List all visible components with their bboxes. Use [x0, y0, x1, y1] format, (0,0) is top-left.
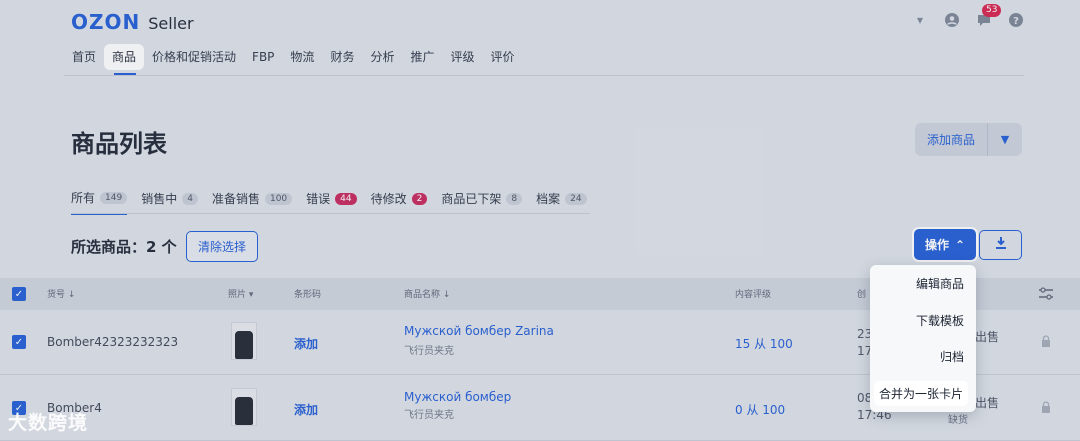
chevron-down-icon[interactable]: ▾	[912, 12, 928, 28]
tab-label: 档案	[536, 192, 561, 206]
clear-selection-button[interactable]: 清除选择	[186, 231, 258, 262]
product-photo[interactable]	[231, 322, 257, 360]
tab-label: 准备销售	[211, 192, 260, 206]
nav-reviews[interactable]: 评价	[483, 44, 523, 70]
content-rating-link[interactable]: 15 从 100	[735, 335, 793, 352]
tab-errors[interactable]: 错误 44	[306, 190, 357, 214]
tab-all[interactable]: 所有 149	[71, 189, 128, 215]
tab-count: 4	[182, 192, 198, 205]
add-barcode-link[interactable]: 添加	[294, 401, 318, 418]
tab-count: 8	[506, 192, 523, 205]
tab-count: 44	[335, 192, 357, 205]
ozon-seller-logo[interactable]: OZON Seller	[71, 10, 194, 34]
tab-removed[interactable]: 商品已下架 8	[441, 190, 523, 214]
tab-label: 待修改	[370, 192, 407, 206]
tab-archive[interactable]: 档案 24	[536, 190, 587, 214]
nav-finance[interactable]: 财务	[322, 44, 362, 70]
chevron-down-icon[interactable]: ▼	[988, 123, 1022, 156]
chat-icon[interactable]: 53	[976, 4, 1002, 28]
tab-label: 所有	[71, 191, 96, 205]
menu-item-download-template[interactable]: 下载模板	[916, 312, 964, 329]
product-subtitle: 飞行员夹克	[404, 410, 454, 421]
page: OZON Seller ▾ 53 ? 首页 商品 价格和促销活动 FBP 物流 …	[0, 0, 1080, 441]
nav-products[interactable]: 商品	[104, 44, 145, 70]
tab-ready[interactable]: 准备销售 100	[211, 190, 293, 214]
product-photo[interactable]	[231, 388, 257, 426]
user-icon[interactable]	[944, 12, 960, 28]
nav-pricing[interactable]: 价格和促销活动	[144, 44, 244, 70]
column-header-barcode: 条形码	[294, 290, 322, 300]
menu-item-merge-cards[interactable]: 合并为一张卡片	[873, 381, 968, 406]
column-header-photo[interactable]: 照片 ▾	[228, 287, 253, 300]
select-all-checkbox[interactable]: ✓	[12, 287, 26, 301]
menu-item-edit-products[interactable]: 编辑商品	[916, 275, 964, 292]
column-header-rating: 内容评级	[735, 290, 772, 300]
row-checkbox[interactable]: ✓	[12, 335, 26, 349]
actions-menu: 编辑商品 下载模板 归档 合并为一张卡片	[870, 265, 976, 412]
page-title: 商品列表	[71, 130, 167, 158]
status-label: 出售	[975, 396, 1000, 410]
header-icons: ▾ 53 ?	[912, 4, 1024, 28]
jacket-image	[235, 331, 253, 359]
svg-text:?: ?	[1013, 16, 1019, 27]
column-header-sku[interactable]: 货号 ↓	[47, 287, 75, 300]
logo-brand: OZON	[71, 10, 141, 34]
lock-icon	[1041, 401, 1051, 413]
jacket-image	[235, 397, 253, 425]
product-subtitle: 飞行员夹克	[404, 346, 454, 357]
tab-label: 错误	[306, 192, 331, 206]
add-product-label[interactable]: 添加商品	[915, 123, 988, 156]
column-header-created: 创	[857, 290, 867, 300]
nav-logistics[interactable]: 物流	[282, 44, 322, 70]
tab-count: 100	[264, 192, 293, 205]
nav-analytics[interactable]: 分析	[362, 44, 402, 70]
status-tabs: 所有 149 销售中 4 准备销售 100 错误 44 待修改 2 商品已下架 8 档案 24	[71, 189, 587, 215]
status-sub-label: 缺货	[948, 415, 968, 426]
tab-label: 销售中	[141, 192, 178, 206]
help-icon[interactable]: ?	[1008, 12, 1024, 28]
selected-count-label: 所选商品：2 个	[71, 238, 177, 256]
add-barcode-link[interactable]: 添加	[294, 335, 318, 352]
nav-home[interactable]: 首页	[64, 44, 104, 70]
tab-count: 24	[565, 192, 587, 205]
nav-fbp[interactable]: FBP	[244, 44, 282, 70]
tab-to-fix[interactable]: 待修改 2	[371, 190, 428, 214]
tabs-divider	[71, 213, 590, 214]
main-nav: 首页 商品 价格和促销活动 FBP 物流 财务 分析 推广 评级 评价	[64, 44, 523, 70]
tab-count: 149	[100, 191, 128, 204]
nav-rating[interactable]: 评级	[442, 44, 482, 70]
content-rating-link[interactable]: 0 从 100	[735, 401, 785, 418]
download-icon	[994, 236, 1008, 254]
row-sku: Bomber42323232323	[47, 335, 179, 349]
watermark-logo: 大数跨境	[8, 408, 88, 435]
notifications-badge: 53	[982, 4, 1002, 17]
add-product-button[interactable]: 添加商品 ▼	[915, 123, 1022, 156]
product-name-link[interactable]: Мужской бомбер Zarina	[404, 324, 554, 338]
tab-count: 2	[411, 192, 428, 205]
nav-promotion[interactable]: 推广	[402, 44, 442, 70]
actions-button[interactable]: 操作 ⌃	[914, 229, 976, 260]
download-button[interactable]	[979, 230, 1022, 260]
chevron-up-icon: ⌃	[954, 237, 966, 252]
tab-label: 商品已下架	[441, 192, 502, 206]
logo-product: Seller	[148, 14, 194, 33]
actions-label: 操作	[924, 238, 949, 252]
lock-icon	[1041, 335, 1051, 347]
nav-divider	[64, 75, 1024, 76]
watermark-text: 大数跨境	[8, 412, 89, 434]
status-label: 出售	[975, 330, 1000, 344]
column-settings-icon[interactable]	[1038, 286, 1054, 305]
column-header-name[interactable]: 商品名称 ↓	[404, 287, 450, 300]
tab-on-sale[interactable]: 销售中 4	[141, 190, 198, 214]
menu-item-archive[interactable]: 归档	[940, 348, 964, 365]
product-name-link[interactable]: Мужской бомбер	[404, 390, 511, 404]
